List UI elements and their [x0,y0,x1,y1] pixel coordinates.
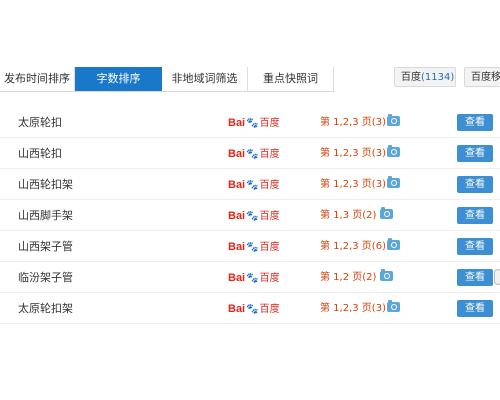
engine-baidu-mobile-label: 百度移动 [471,72,500,83]
scroll-handle[interactable] [494,269,500,285]
baidu-logo-icon: Bai🐾百度 [228,117,280,129]
keyword-row: 太原轮扣 Bai🐾百度 第 1,2,3 页(3) 查看 [0,107,500,138]
camera-icon[interactable] [387,300,400,312]
rank-pages-text: 第 1,3 页(2) [320,210,377,221]
view-button[interactable]: 查看 [457,207,493,224]
engine-baidu-count: (1134) [421,72,455,83]
baidu-logo-icon: Bai🐾百度 [228,148,280,160]
engine-baidu-mobile-button[interactable]: 百度移动 [464,67,500,87]
camera-icon[interactable] [387,114,400,126]
tab-word-count-sort[interactable]: 字数排序 [75,67,162,91]
keyword-row: 山西轮扣 Bai🐾百度 第 1,2,3 页(3) 查看 [0,138,500,169]
keyword-row: 山西脚手架 Bai🐾百度 第 1,3 页(2) 查看 [0,200,500,231]
keyword-text: 太原轮扣架 [18,302,73,315]
view-button[interactable]: 查看 [457,176,493,193]
view-button[interactable]: 查看 [457,269,493,286]
engine-baidu-label: 百度 [401,72,421,83]
tab-publish-time-sort[interactable]: 发布时间排序 [0,67,75,91]
rank-pages-text: 第 1,2,3 页(3) [320,303,386,314]
rank-pages-text: 第 1,2,3 页(6) [320,241,386,252]
camera-icon[interactable] [380,207,393,219]
keyword-text: 山西架子管 [18,240,73,253]
baidu-logo-icon: Bai🐾百度 [228,179,280,191]
camera-icon[interactable] [380,269,393,281]
baidu-logo-icon: Bai🐾百度 [228,210,280,222]
keyword-text: 山西轮扣架 [18,178,73,191]
view-button[interactable]: 查看 [457,145,493,162]
keyword-row: 临汾架子管 Bai🐾百度 第 1,2 页(2) 查看 [0,262,500,293]
view-button[interactable]: 查看 [457,300,493,317]
baidu-logo-icon: Bai🐾百度 [228,303,280,315]
keyword-text: 临汾架子管 [18,271,73,284]
sort-tab-bar: 发布时间排序 字数排序 非地域词筛选 重点快照词 [0,67,334,92]
keyword-text: 太原轮扣 [18,116,62,129]
keyword-row: 太原轮扣架 Bai🐾百度 第 1,2,3 页(3) 查看 [0,293,500,324]
keyword-row: 山西架子管 Bai🐾百度 第 1,2,3 页(6) 查看 [0,231,500,262]
view-button[interactable]: 查看 [457,114,493,131]
rank-pages-text: 第 1,2,3 页(3) [320,148,386,159]
keyword-row: 山西轮扣架 Bai🐾百度 第 1,2,3 页(3) 查看 [0,169,500,200]
rank-pages-text: 第 1,2,3 页(3) [320,179,386,190]
engine-baidu-button[interactable]: 百度(1134) [394,67,456,87]
rank-pages-text: 第 1,2,3 页(3) [320,117,386,128]
tab-key-snapshot-words[interactable]: 重点快照词 [248,67,334,91]
camera-icon[interactable] [387,176,400,188]
tab-non-region-filter[interactable]: 非地域词筛选 [162,67,248,91]
baidu-logo-icon: Bai🐾百度 [228,272,280,284]
keyword-text: 山西脚手架 [18,209,73,222]
keyword-text: 山西轮扣 [18,147,62,160]
rank-pages-text: 第 1,2 页(2) [320,272,377,283]
camera-icon[interactable] [387,238,400,250]
baidu-logo-icon: Bai🐾百度 [228,241,280,253]
camera-icon[interactable] [387,145,400,157]
view-button[interactable]: 查看 [457,238,493,255]
